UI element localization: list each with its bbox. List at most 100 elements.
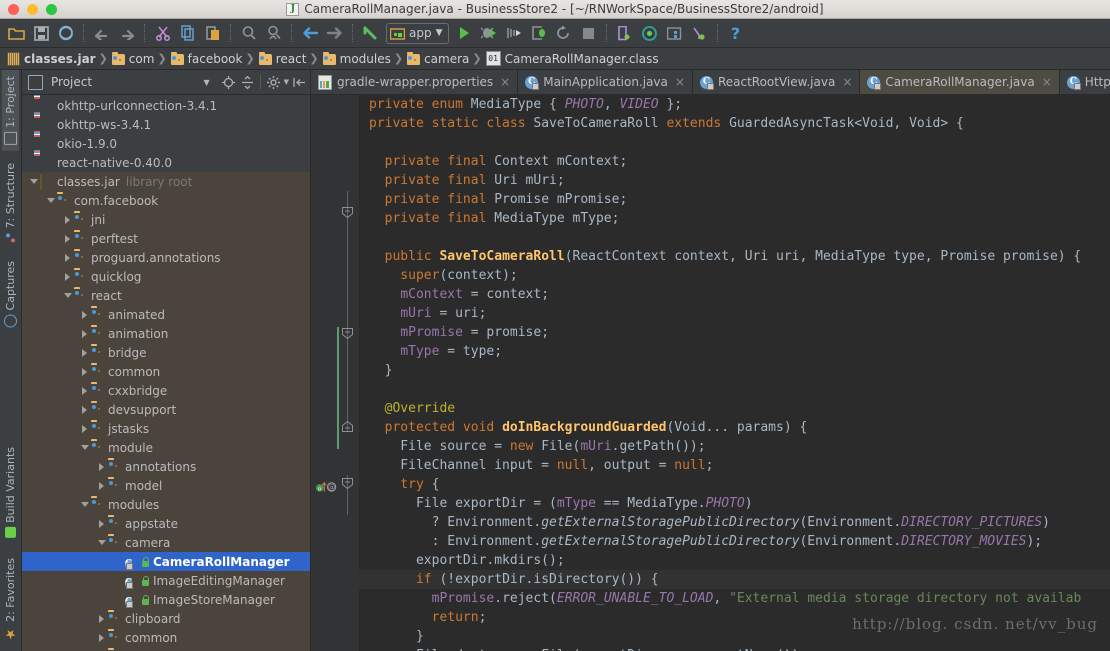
layout-inspector-icon[interactable] [663,21,687,45]
code-line[interactable]: File dest = new File(exportDir, source.g… [359,646,1110,651]
close-tab-icon[interactable]: × [500,75,510,89]
chevron-right-icon[interactable] [79,385,90,396]
device-monitor-icon[interactable] [688,21,712,45]
tool-window-tab-structure[interactable]: 7: Structure [2,157,19,249]
code-line[interactable]: private final Promise mPromise; [359,190,1110,209]
tree-node[interactable]: C ImageEditingManager [22,571,310,590]
code-line[interactable]: @Override [359,399,1110,418]
code-line[interactable] [359,380,1110,399]
collapse-all-icon[interactable] [239,74,256,91]
tree-node[interactable]: proguard.annotations [22,248,310,267]
chevron-right-icon[interactable] [79,328,90,339]
code-line[interactable]: mPromise = promise; [359,323,1110,342]
changed-lines-marker[interactable] [337,327,339,449]
close-tab-icon[interactable]: × [675,75,685,89]
chevron-down-icon[interactable]: ▼ [203,78,209,87]
chevron-right-icon[interactable] [96,480,107,491]
tree-node[interactable]: react [22,286,310,305]
forward-icon[interactable] [323,21,347,45]
code-line[interactable]: private final Context mContext; [359,152,1110,171]
save-all-icon[interactable] [29,21,53,45]
tree-node[interactable]: com.facebook [22,191,310,210]
cut-icon[interactable] [151,21,175,45]
copy-icon[interactable] [176,21,200,45]
code-line[interactable] [359,133,1110,152]
editor-tab[interactable]: CHttpCachePackage [1059,70,1110,94]
code-line[interactable]: mContext = context; [359,285,1110,304]
hide-icon[interactable] [291,74,308,91]
tree-node[interactable]: cxxbridge [22,381,310,400]
code-line[interactable]: File source = new File(mUri.getPath()); [359,437,1110,456]
chevron-down-icon[interactable] [79,499,90,510]
chevron-down-icon[interactable] [62,290,73,301]
code-line[interactable]: exportDir.mkdirs(); [359,551,1110,570]
breadcrumb-item-camerarollmanager-class[interactable]: 01 CameraRollManager.class [483,49,661,68]
chevron-right-icon[interactable] [96,518,107,529]
redo-icon[interactable] [115,21,139,45]
stop-icon[interactable] [577,21,601,45]
code-line[interactable]: protected void doInBackgroundGuarded(Voi… [359,418,1110,437]
locate-icon[interactable] [220,74,237,91]
code-line[interactable]: if (!exportDir.isDirectory()) { [359,570,1110,589]
tree-node[interactable]: animation [22,324,310,343]
code-line[interactable]: } [359,627,1110,646]
breadcrumb-item-facebook[interactable]: facebook [168,49,245,68]
code-line[interactable]: public SaveToCameraRoll(ReactContext con… [359,247,1110,266]
find-icon[interactable] [237,21,261,45]
maximize-window-button[interactable] [46,3,57,15]
chevron-down-icon[interactable] [79,442,90,453]
settings-gear-icon[interactable] [265,74,282,91]
chevron-right-icon[interactable] [62,252,73,263]
chevron-right-icon[interactable] [62,214,73,225]
debug-icon[interactable] [477,21,501,45]
tree-node[interactable]: annotations [22,457,310,476]
editor-tab[interactable]: C CameraRollManager.java × [860,70,1060,94]
code-line[interactable]: mPromise.reject(ERROR_UNABLE_TO_LOAD, "E… [359,589,1110,608]
chevron-right-icon[interactable] [62,233,73,244]
tree-node[interactable]: quicklog [22,267,310,286]
tree-node[interactable]: C CameraRollManager [22,552,310,571]
breadcrumb-item-react[interactable]: react [256,49,309,68]
fold-collapse-icon[interactable] [342,478,353,489]
code-content[interactable]: private enum MediaType { PHOTO, VIDEO };… [359,95,1110,651]
breadcrumb-item-com[interactable]: com [109,49,157,68]
tree-node[interactable]: C ImageStoreManager [22,590,310,609]
tree-node[interactable]: jstasks [22,419,310,438]
chevron-down-icon[interactable] [96,537,107,548]
tree-node[interactable]: model [22,476,310,495]
chevron-right-icon[interactable] [62,271,73,282]
code-line[interactable]: mType = type; [359,342,1110,361]
chevron-right-icon[interactable] [96,632,107,643]
tree-node[interactable]: common [22,362,310,381]
tree-node[interactable]: modules [22,495,310,514]
fold-expand-icon[interactable] [342,421,353,432]
project-tree[interactable]: okhttp-urlconnection-3.4.1 okhttp-ws-3.4.… [22,95,310,651]
chevron-right-icon[interactable] [96,613,107,624]
editor-tab[interactable]: gradle-wrapper.properties × [311,70,519,94]
code-line[interactable]: super(context); [359,266,1110,285]
code-line[interactable]: private static class SaveToCameraRoll ex… [359,114,1110,133]
close-tab-icon[interactable]: × [842,75,852,89]
tree-node[interactable]: camera [22,533,310,552]
chevron-right-icon[interactable] [79,423,90,434]
code-line[interactable]: private final Uri mUri; [359,171,1110,190]
back-icon[interactable] [298,21,322,45]
tree-node[interactable]: bridge [22,343,310,362]
avd-manager-icon[interactable] [613,21,637,45]
tool-window-tab-captures[interactable]: Captures [2,255,19,333]
undo-icon[interactable] [90,21,114,45]
implementing-method-icon[interactable]: o @ [316,480,338,493]
code-line[interactable]: ? Environment.getExternalStoragePublicDi… [359,513,1110,532]
tree-node[interactable]: clipboard [22,609,310,628]
tool-window-tab-project[interactable]: 1: Project [2,70,19,151]
close-tab-icon[interactable]: × [1042,75,1052,89]
breadcrumb-item-classes-jar[interactable]: classes.jar [4,49,98,68]
attach-debugger-icon[interactable] [527,21,551,45]
run-configuration-selector[interactable]: app ▼ [386,22,449,44]
tree-node[interactable]: core [22,647,310,651]
code-editor[interactable]: o @ private enum MediaType { PHOTO, VIDE… [311,95,1110,651]
chevron-right-icon[interactable] [79,366,90,377]
tool-window-tab-favorites[interactable]: ★ 2: Favorites [2,552,19,647]
code-line[interactable]: private enum MediaType { PHOTO, VIDEO }; [359,95,1110,114]
code-line[interactable]: : Environment.getExternalStoragePublicDi… [359,532,1110,551]
